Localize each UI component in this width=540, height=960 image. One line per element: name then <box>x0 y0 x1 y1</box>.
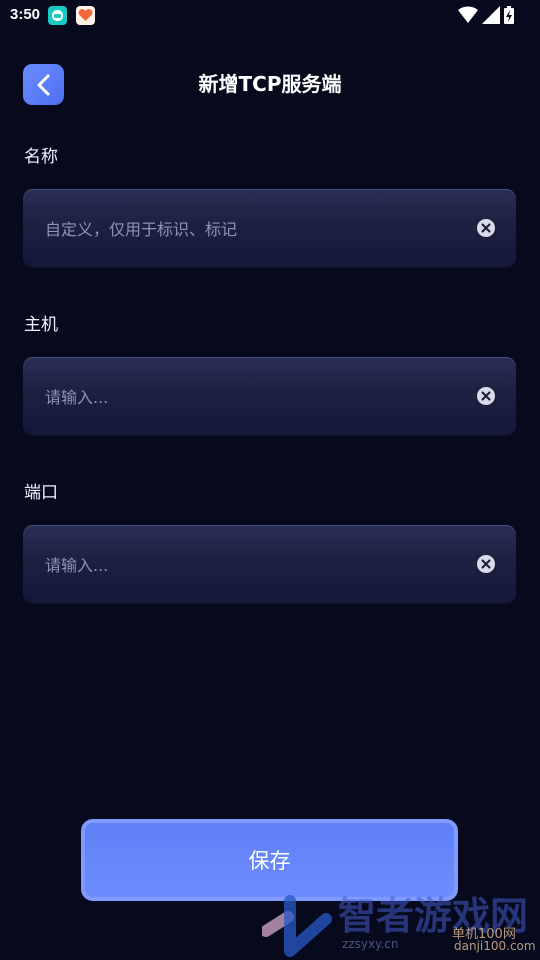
host-input[interactable] <box>43 357 467 437</box>
port-input[interactable] <box>43 525 467 605</box>
status-bar: 3:50 <box>0 0 540 32</box>
save-button[interactable]: 保存 <box>81 819 458 901</box>
page-title: 新增TCP服务端 <box>198 72 342 96</box>
port-label: 端口 <box>24 483 58 503</box>
watermark-url: zzsyxy.cn <box>342 937 399 951</box>
clear-icon[interactable] <box>476 218 496 238</box>
host-label: 主机 <box>24 315 58 335</box>
signal-icon <box>482 6 500 24</box>
port-field <box>23 525 516 605</box>
wifi-icon <box>458 6 478 24</box>
watermark-logo-icon <box>262 895 332 957</box>
name-input[interactable] <box>43 189 467 269</box>
clear-icon[interactable] <box>476 554 496 574</box>
app-notification-icon <box>48 6 67 25</box>
name-field <box>23 189 516 269</box>
watermark: 智者游戏网 zzsyxy.cn 单机100网 danji100.com <box>262 893 540 960</box>
watermark-brand-url: danji100.com <box>454 939 536 953</box>
status-time: 3:50 <box>10 6 41 23</box>
host-field <box>23 357 516 437</box>
battery-icon <box>504 6 514 24</box>
clear-icon[interactable] <box>476 386 496 406</box>
heart-app-notification-icon <box>76 6 95 25</box>
name-label: 名称 <box>24 147 58 167</box>
watermark-brand: 单机100网 <box>452 927 516 942</box>
